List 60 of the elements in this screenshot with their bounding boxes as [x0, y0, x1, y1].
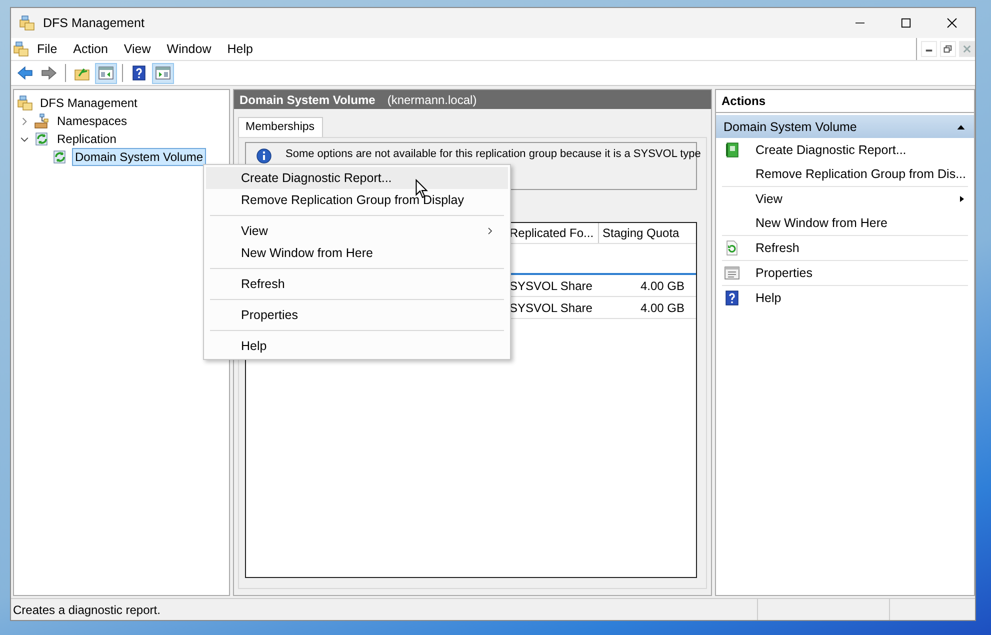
restore-icon [943, 44, 953, 54]
help-icon [131, 65, 147, 81]
namespace-icon [34, 113, 50, 129]
task-entry[interactable]: Properties [716, 261, 974, 285]
show-tree-button[interactable] [95, 62, 117, 84]
section-header[interactable]: Domain System Volume [716, 115, 974, 138]
context-menu-item[interactable]: Remove Replication Group from Display [206, 189, 508, 211]
task-entry[interactable]: Create Diagnostic Report... [716, 138, 974, 162]
task-entry[interactable]: New Window from Here [716, 211, 974, 235]
context-menu-item[interactable]: Create Diagnostic Report... [206, 167, 508, 189]
task-entry[interactable]: Help [716, 286, 974, 310]
table-cell-text: 4.00 GB [639, 300, 686, 314]
child-restore-button[interactable] [940, 41, 956, 57]
menu-item[interactable]: File [29, 42, 66, 56]
back-arrow-icon [17, 65, 33, 81]
pane-icon [155, 65, 171, 81]
status-text: Creates a diagnostic report. [12, 602, 162, 616]
tree-item[interactable]: Namespaces [54, 112, 130, 130]
menu-item[interactable]: Window [158, 42, 220, 56]
context-menu-item[interactable]: New Window from Here [206, 242, 508, 264]
pane-icon [98, 65, 114, 81]
report-icon [724, 142, 740, 158]
show-actions-button[interactable] [152, 62, 174, 84]
table-cell-text: SYSVOL Share [508, 300, 594, 314]
tree-item[interactable]: Domain System Volume [72, 148, 206, 166]
menu-item[interactable]: Help [219, 42, 261, 56]
tree-item[interactable]: Replication [54, 130, 120, 148]
replication-icon [52, 149, 68, 165]
child-minimize-button[interactable] [921, 41, 937, 57]
column-header[interactable]: Staging Quota [598, 223, 690, 243]
refresh-icon [724, 240, 740, 256]
task-entry[interactable]: View [716, 187, 974, 211]
actions-title: Actions [716, 90, 974, 113]
domain-name: (knermann.local) [387, 92, 477, 106]
app-menu-icon[interactable] [13, 41, 29, 57]
collapse-chevron-icon[interactable] [20, 134, 29, 144]
window-title: DFS Management [43, 16, 146, 30]
tree-item[interactable]: DFS Management [37, 94, 140, 112]
close-icon [946, 17, 958, 29]
forward-arrow-icon [41, 65, 57, 81]
table-cell-text: 4.00 GB [639, 278, 686, 292]
table-cell-text: SYSVOL Share [508, 278, 594, 292]
context-menu-item[interactable]: Refresh [206, 273, 508, 295]
menu-item[interactable]: View [116, 42, 159, 56]
details-title: Domain System Volume [240, 92, 376, 106]
info-text: Some options are not available for this replication group because it is a SYSVOL type [286, 148, 701, 160]
replication-icon [34, 131, 50, 147]
help-icon [724, 290, 740, 306]
expand-chevron-icon[interactable] [20, 116, 29, 126]
folders-icon [17, 95, 33, 111]
properties-icon [724, 265, 740, 281]
menu-item[interactable]: Action [65, 42, 116, 56]
context-menu-item[interactable]: Properties [206, 304, 508, 326]
task-entry[interactable]: Refresh [716, 236, 974, 260]
maximize-icon [900, 17, 912, 29]
tab[interactable]: Memberships [238, 117, 323, 137]
task-entry[interactable]: Remove Replication Group from Dis... [716, 162, 974, 186]
context-menu-item[interactable]: Help [206, 335, 508, 357]
close-icon [962, 44, 972, 54]
app-icon [19, 15, 35, 31]
